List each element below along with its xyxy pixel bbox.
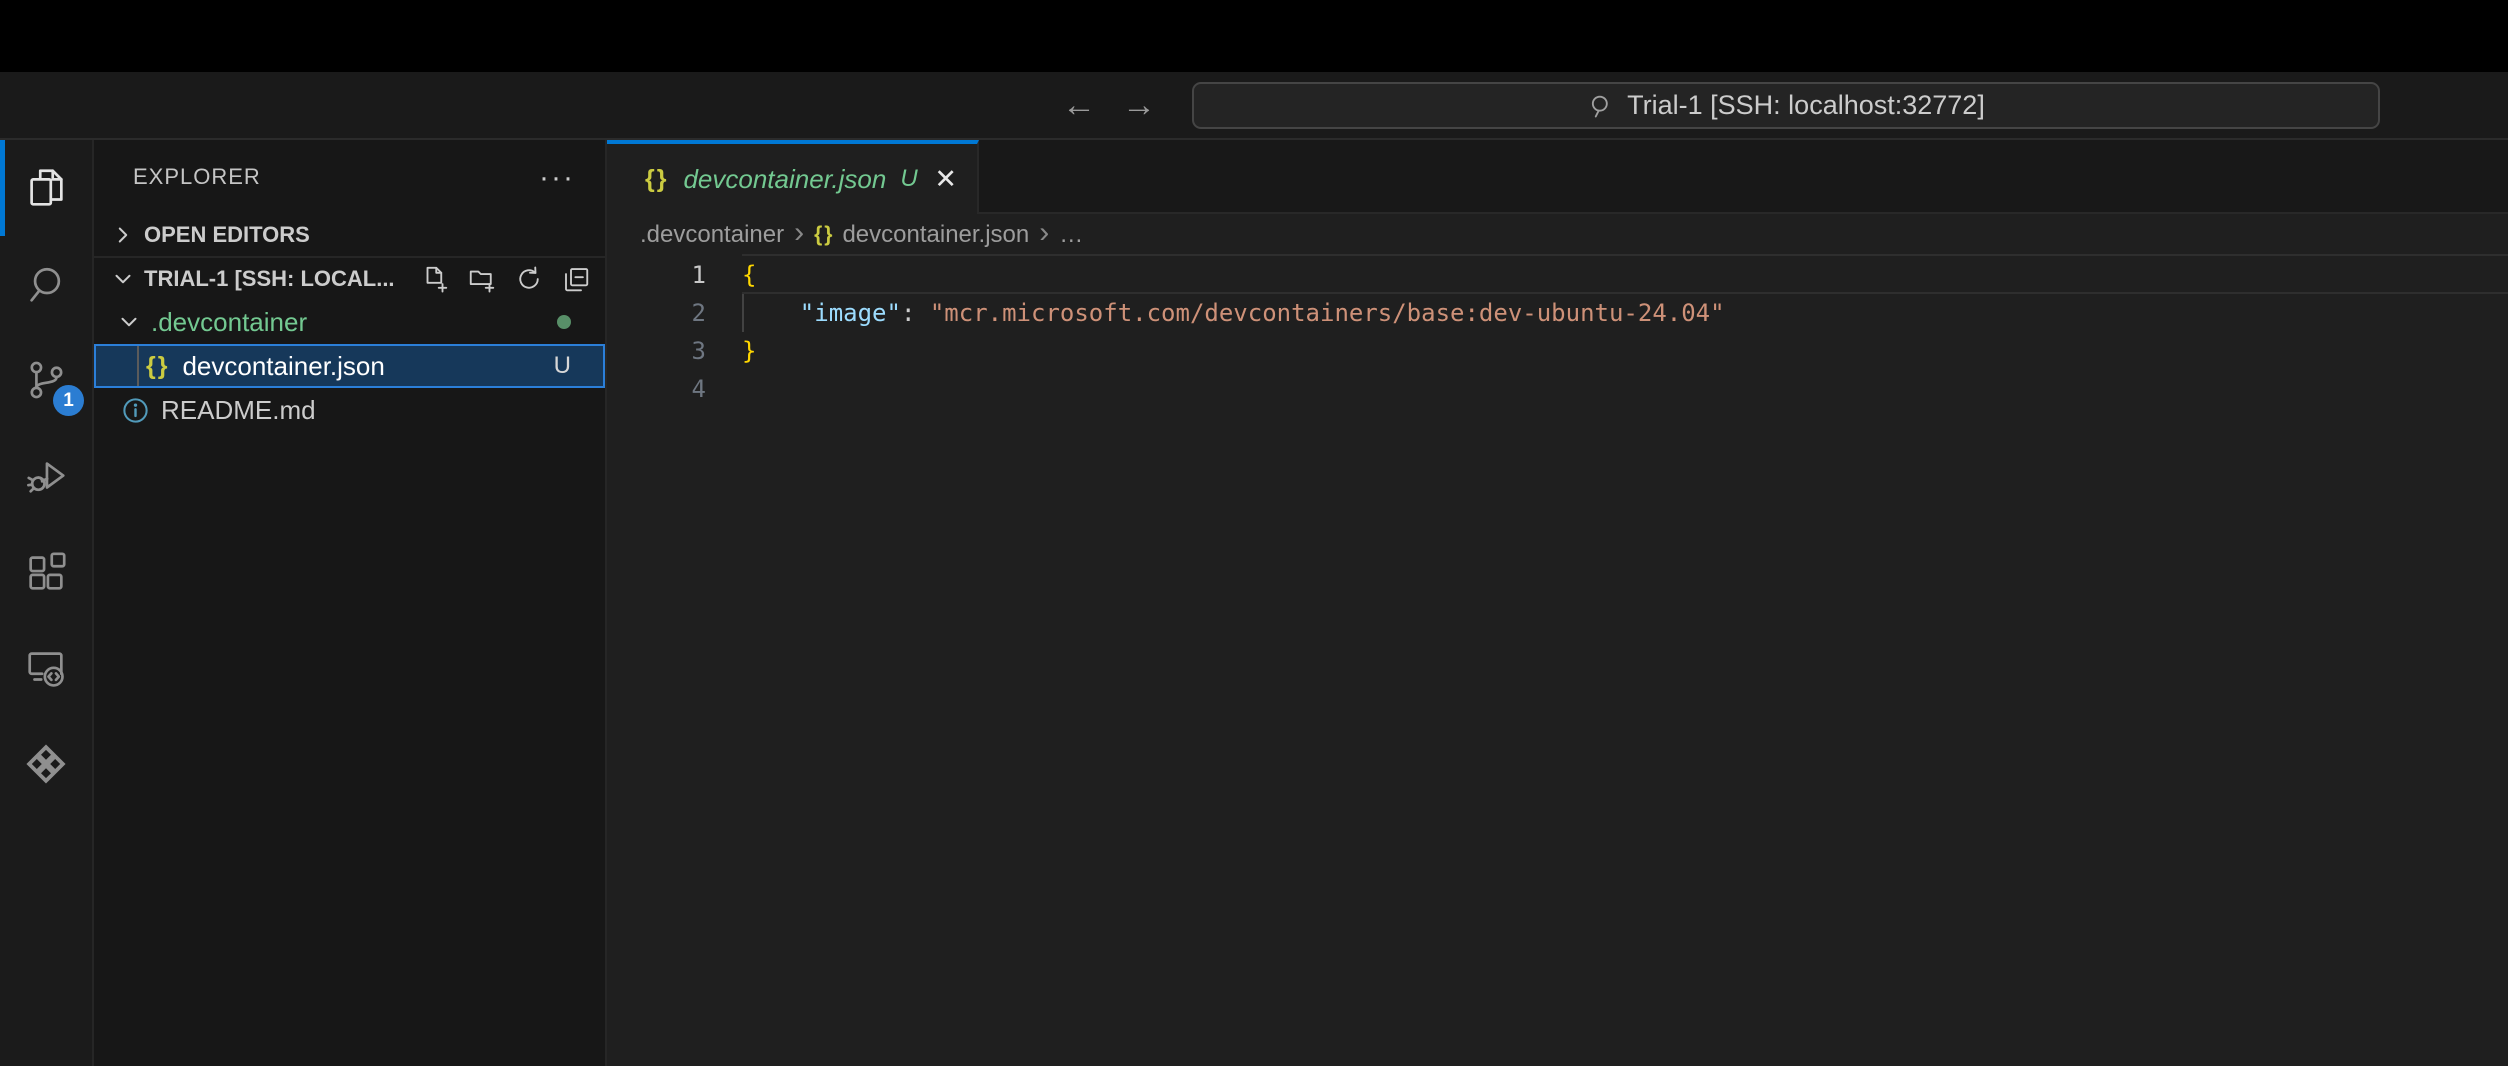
editor-group: {} devcontainer.json U ✕ .devcontainer ›… <box>607 140 2508 1066</box>
back-arrow-icon[interactable]: ← <box>1062 88 1096 122</box>
close-icon[interactable]: ✕ <box>934 164 957 195</box>
code-token: } <box>742 337 756 365</box>
breadcrumb-folder[interactable]: .devcontainer <box>640 221 784 249</box>
code-token: "mcr.microsoft.com/devcontainers/base:de… <box>930 299 1725 327</box>
line-number: 3 <box>607 332 706 370</box>
code-token: : <box>901 299 930 327</box>
extensions-icon <box>23 549 69 595</box>
tree-item-readme[interactable]: README.md <box>94 388 605 432</box>
code-token: "image" <box>800 299 901 327</box>
title-bar: ← → Trial-1 [SSH: localhost:32772] <box>0 72 2508 140</box>
tab-label: devcontainer.json <box>683 164 886 195</box>
json-icon: {} <box>814 223 834 247</box>
file-label: devcontainer.json <box>182 351 384 382</box>
tab-devcontainer-json[interactable]: {} devcontainer.json U ✕ <box>607 140 979 214</box>
workspace-label: TRIAL-1 [SSH: LOCAL... <box>144 266 395 292</box>
open-editors-label: OPEN EDITORS <box>144 222 310 248</box>
menu-bar-band <box>0 0 2508 72</box>
json-icon: {} <box>146 352 169 381</box>
sidebar-title: EXPLORER <box>133 164 261 190</box>
search-icon <box>23 261 69 307</box>
activitybar-explorer[interactable] <box>0 140 92 236</box>
code-line-3: 3 } <box>607 332 2508 370</box>
readme-info-icon <box>121 396 150 425</box>
json-icon: {} <box>645 165 668 194</box>
more-actions-icon[interactable]: ··· <box>539 170 575 185</box>
chevron-right-icon <box>110 222 136 248</box>
code-line-1: 1 { <box>607 256 2508 294</box>
git-untracked-badge: U <box>554 352 571 380</box>
collapse-all-icon[interactable] <box>561 264 591 294</box>
new-file-icon[interactable] <box>420 264 450 294</box>
file-label: README.md <box>161 395 316 426</box>
breadcrumb-separator-icon: › <box>794 218 804 252</box>
debug-icon <box>23 453 69 499</box>
command-center-search[interactable]: Trial-1 [SSH: localhost:32772] <box>1192 82 2380 129</box>
folder-label: .devcontainer <box>151 307 307 338</box>
tree-item-devcontainer-folder[interactable]: .devcontainer <box>94 300 605 344</box>
tab-bar: {} devcontainer.json U ✕ <box>607 140 2508 214</box>
line-number: 2 <box>607 294 706 332</box>
new-folder-icon[interactable] <box>467 264 497 294</box>
git-status-dot <box>557 315 571 329</box>
code-token <box>742 299 800 327</box>
code-token: { <box>742 261 756 289</box>
activitybar-extensions[interactable] <box>0 524 92 620</box>
activitybar-remote-explorer[interactable] <box>0 620 92 716</box>
breadcrumb: .devcontainer › {} devcontainer.json › … <box>607 214 2508 256</box>
explorer-sidebar: EXPLORER ··· OPEN EDITORS TRIAL-1 [SSH: … <box>94 140 607 1066</box>
activitybar-search[interactable] <box>0 236 92 332</box>
code-line-2: 2 "image": "mcr.microsoft.com/devcontain… <box>607 294 2508 332</box>
workspace-section-header[interactable]: TRIAL-1 [SSH: LOCAL... <box>94 258 605 300</box>
vscode-window: ← → Trial-1 [SSH: localhost:32772] <box>0 0 2508 1066</box>
extension-diamond-icon <box>23 741 69 787</box>
activitybar-extension-diamond[interactable] <box>0 716 92 812</box>
open-editors-section[interactable]: OPEN EDITORS <box>94 214 605 256</box>
breadcrumb-file[interactable]: devcontainer.json <box>842 221 1029 249</box>
breadcrumb-symbol[interactable]: … <box>1059 221 1083 249</box>
chevron-down-icon <box>110 266 136 292</box>
code-line-4: 4 <box>607 370 2508 408</box>
search-icon <box>1587 92 1615 120</box>
source-control-badge: 1 <box>53 385 84 416</box>
window-title: Trial-1 [SSH: localhost:32772] <box>1627 90 1985 121</box>
line-number: 1 <box>607 256 706 294</box>
tree-item-devcontainer-json[interactable]: {} devcontainer.json U <box>94 344 605 388</box>
remote-explorer-icon <box>23 645 69 691</box>
chevron-down-icon <box>116 309 142 335</box>
activitybar-run-debug[interactable] <box>0 428 92 524</box>
tab-git-badge: U <box>900 165 917 193</box>
line-number: 4 <box>607 370 706 408</box>
files-icon <box>23 165 69 211</box>
forward-arrow-icon[interactable]: → <box>1122 88 1156 122</box>
refresh-icon[interactable] <box>514 264 544 294</box>
breadcrumb-separator-icon: › <box>1039 218 1049 252</box>
indent-guide <box>137 346 139 386</box>
activitybar-source-control[interactable]: 1 <box>0 332 92 428</box>
code-editor[interactable]: 1 { 2 "image": "mcr.microsoft.com/devcon… <box>607 256 2508 408</box>
activity-bar: 1 <box>0 140 94 1066</box>
